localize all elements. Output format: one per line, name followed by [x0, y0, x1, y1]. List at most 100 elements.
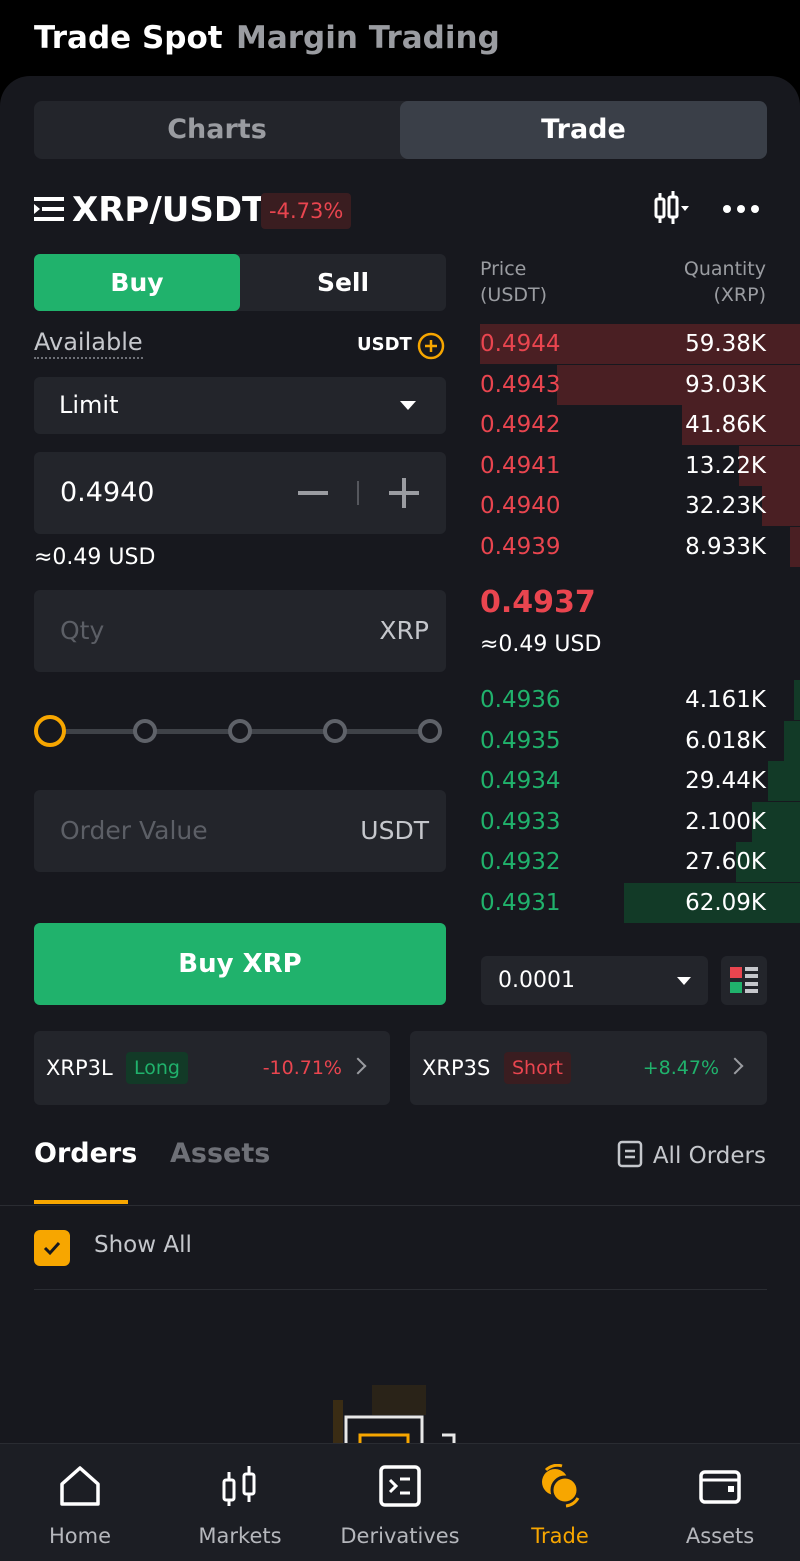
- trade-icon: [542, 1464, 580, 1508]
- stepper-divider: [357, 481, 359, 505]
- available-label[interactable]: Available: [34, 328, 143, 359]
- nav-label: Markets: [198, 1524, 282, 1548]
- deposit-plus-icon[interactable]: [417, 332, 445, 360]
- orderbook-row-bid[interactable]: 0.4931 62.09K: [480, 882, 800, 923]
- order-value-unit: USDT: [360, 816, 429, 845]
- sell-tab[interactable]: Sell: [240, 254, 446, 311]
- amount-slider[interactable]: [34, 714, 446, 748]
- precision-select[interactable]: 0.0001: [481, 956, 708, 1005]
- show-all-checkbox[interactable]: [34, 1230, 70, 1266]
- nav-markets[interactable]: Markets: [160, 1444, 320, 1561]
- orderbook-row-ask[interactable]: 0.4944 59.38K: [480, 324, 800, 364]
- orderbook-qty: 8.933K: [685, 533, 766, 560]
- orderbook-layout-button[interactable]: [721, 956, 767, 1005]
- orderbook-row-ask[interactable]: 0.4940 32.23K: [480, 486, 800, 526]
- orderbook-row-ask[interactable]: 0.4943 93.03K: [480, 364, 800, 405]
- orderbook-qty: 59.38K: [685, 331, 766, 357]
- qty-input[interactable]: Qty XRP: [34, 590, 446, 672]
- pair-list-icon[interactable]: [34, 196, 64, 222]
- orderbook-price: 0.4943: [480, 371, 561, 398]
- nav-trade[interactable]: Trade: [480, 1444, 640, 1561]
- qty-placeholder: Qty: [60, 616, 105, 645]
- chevron-right-icon: [349, 1057, 367, 1075]
- segment-charts[interactable]: Charts: [34, 101, 400, 159]
- qty-header-label: Quantity: [683, 258, 766, 280]
- slider-thumb[interactable]: [34, 715, 66, 747]
- pair-change-badge: -4.73%: [261, 193, 352, 229]
- price-input[interactable]: 0.4940: [34, 452, 446, 534]
- orderbook-price: 0.4935: [480, 727, 561, 754]
- orderbook-layout-icon: [730, 967, 758, 993]
- orderbook-qty: 6.018K: [685, 727, 766, 754]
- orderbook-row-bid[interactable]: 0.4933 2.100K: [480, 801, 800, 842]
- slider-step-100[interactable]: [418, 719, 442, 743]
- precision-value: 0.0001: [498, 968, 575, 993]
- price-header-unit: (USDT): [480, 284, 548, 306]
- last-price: 0.4937: [480, 585, 596, 620]
- empty-state-illustration: [333, 1385, 456, 1445]
- price-increment-icon[interactable]: [389, 478, 419, 508]
- orderbook-price: 0.4941: [480, 452, 561, 479]
- nav-assets[interactable]: Assets: [640, 1444, 800, 1561]
- orderbook-row-bid[interactable]: 0.4935 6.018K: [480, 720, 800, 761]
- bottom-nav: Home Markets Derivatives Trade Assets: [0, 1443, 800, 1561]
- show-all-label: Show All: [94, 1232, 192, 1258]
- derivatives-icon: [379, 1465, 421, 1507]
- orderbook-row-bid[interactable]: 0.4936 4.161K: [480, 680, 800, 720]
- orderbook-price: 0.4933: [480, 808, 561, 835]
- buy-xrp-button[interactable]: Buy XRP: [34, 923, 446, 1005]
- orderbook-row-ask[interactable]: 0.4942 41.86K: [480, 405, 800, 445]
- segment-trade[interactable]: Trade: [400, 101, 767, 159]
- orderbook-price: 0.4939: [480, 533, 561, 560]
- orderbook-row-bid[interactable]: 0.4932 27.60K: [480, 842, 800, 882]
- show-all-row[interactable]: Show All: [34, 1228, 767, 1290]
- orderbook-price: 0.4932: [480, 849, 561, 875]
- orderbook-price: 0.4936: [480, 687, 561, 713]
- qty-header-unit: (XRP): [713, 284, 766, 306]
- leveraged-token-long[interactable]: XRP3L Long -10.71%: [34, 1031, 390, 1105]
- chevron-right-icon: [726, 1057, 744, 1075]
- qty-unit: XRP: [379, 616, 429, 645]
- orderbook-qty: 4.161K: [685, 687, 766, 713]
- top-nav: Trade Spot Margin Trading: [0, 0, 800, 78]
- orderbook-qty: 93.03K: [685, 371, 766, 398]
- depth-bar: [794, 680, 800, 720]
- more-options-icon[interactable]: [722, 190, 762, 226]
- lev-tag-short: Short: [504, 1052, 571, 1084]
- orderbook-qty: 29.44K: [685, 768, 766, 794]
- order-type-value: Limit: [59, 391, 119, 419]
- nav-label: Trade: [531, 1524, 589, 1548]
- orders-tabs: Orders Assets All Orders: [0, 1130, 800, 1206]
- all-orders-link[interactable]: All Orders: [617, 1140, 766, 1170]
- tab-trade-spot[interactable]: Trade Spot: [34, 20, 223, 56]
- chevron-down-icon: [677, 977, 691, 985]
- orderbook-qty-header: Quantity (XRP): [684, 256, 766, 308]
- orderbook-price-header: Price (USDT): [480, 256, 547, 308]
- orderbook-row-ask[interactable]: 0.4939 8.933K: [480, 526, 800, 567]
- candlestick-icon: [222, 1466, 256, 1506]
- tab-orders[interactable]: Orders: [34, 1138, 137, 1169]
- nav-derivatives[interactable]: Derivatives: [320, 1444, 480, 1561]
- tab-margin-trading[interactable]: Margin Trading: [236, 20, 500, 56]
- orderbook-row-ask[interactable]: 0.4941 13.22K: [480, 445, 800, 486]
- leveraged-token-short[interactable]: XRP3S Short +8.47%: [410, 1031, 767, 1105]
- price-usd-equivalent: ≈0.49 USD: [34, 545, 156, 570]
- order-type-select[interactable]: Limit: [34, 377, 446, 434]
- order-value-input[interactable]: Order Value USDT: [34, 790, 446, 872]
- order-value-placeholder: Order Value: [60, 816, 208, 845]
- nav-home[interactable]: Home: [0, 1444, 160, 1561]
- price-decrement-icon[interactable]: [298, 491, 328, 495]
- buy-tab[interactable]: Buy: [34, 254, 240, 311]
- price-value[interactable]: 0.4940: [60, 452, 154, 534]
- slider-step-75[interactable]: [323, 719, 347, 743]
- slider-step-50[interactable]: [228, 719, 252, 743]
- tab-assets[interactable]: Assets: [170, 1138, 270, 1169]
- lev-tag-long: Long: [126, 1052, 188, 1084]
- candlestick-chart-icon[interactable]: [652, 190, 692, 226]
- home-icon: [60, 1466, 100, 1506]
- slider-step-25[interactable]: [133, 719, 157, 743]
- orderbook-price: 0.4931: [480, 889, 561, 916]
- orderbook-row-bid[interactable]: 0.4934 29.44K: [480, 761, 800, 801]
- view-segment: Charts Trade: [34, 101, 767, 159]
- chevron-down-icon: [400, 401, 416, 410]
